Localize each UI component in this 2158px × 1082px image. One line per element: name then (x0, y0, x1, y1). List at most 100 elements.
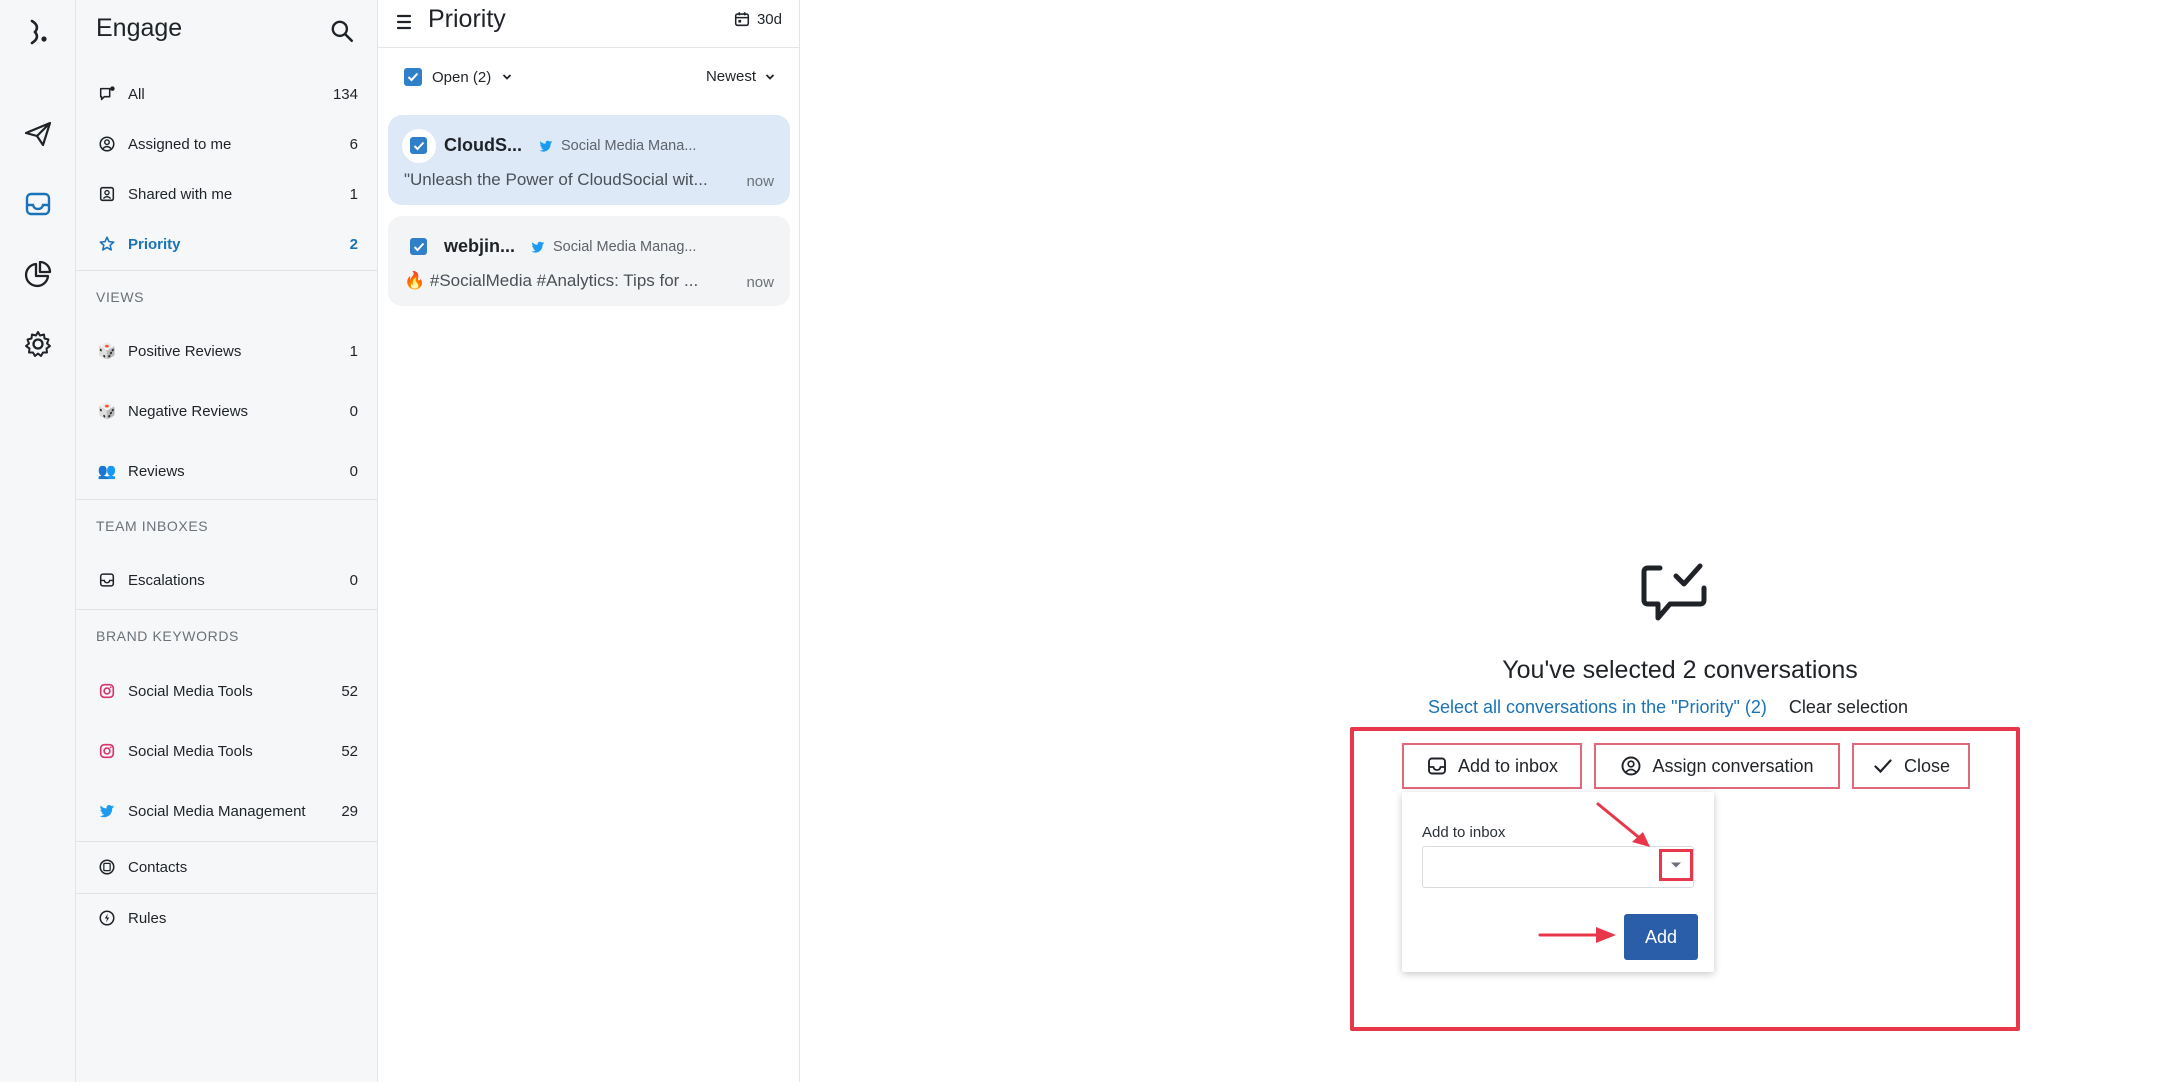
instagram-icon (96, 740, 118, 762)
dropdown-caret-icon[interactable] (1659, 849, 1693, 881)
sidebar-title: Engage (96, 14, 183, 42)
analytics-icon[interactable] (14, 250, 62, 298)
sidebar-item-rules[interactable]: Rules (76, 898, 378, 938)
list-title: Priority (428, 5, 506, 33)
message-time: now (746, 274, 774, 291)
sidebar-item-label: Social Media Management (128, 802, 306, 820)
select-all-link[interactable]: Select all conversations in the "Priorit… (1428, 697, 1767, 718)
divider (76, 893, 378, 894)
instagram-icon (96, 680, 118, 702)
logo-icon[interactable] (14, 8, 62, 56)
annotation-arrow-icon (1538, 927, 1616, 943)
divider (76, 270, 378, 271)
sidebar-item-label: Social Media Tools (128, 742, 253, 760)
sidebar-item-label: Shared with me (128, 185, 233, 203)
twitter-icon (96, 800, 118, 822)
send-icon[interactable] (14, 110, 62, 158)
sidebar-item-label: Negative Reviews (128, 402, 249, 420)
search-icon[interactable] (327, 16, 357, 46)
status-filter-label: Open (2) (432, 68, 492, 86)
brand-keywords-heading: BRAND KEYWORDS (96, 628, 239, 644)
clear-selection-link[interactable]: Clear selection (1789, 697, 1908, 718)
add-to-inbox-button[interactable]: Add to inbox (1402, 743, 1582, 789)
sidebar-item-label: Assigned to me (128, 135, 232, 153)
calendar-icon (734, 12, 750, 27)
sort-label: Newest (705, 68, 756, 85)
sidebar-item-label: Contacts (128, 858, 188, 876)
sidebar-item-brand-keyword[interactable]: Social Media Tools 52 (76, 671, 378, 711)
contact-name: CloudS... (444, 135, 522, 155)
chevron-down-icon (765, 73, 775, 80)
selection-links: Select all conversations in the "Priorit… (1428, 697, 1908, 718)
list-header: Priority 30d (378, 0, 800, 48)
conversation-list: Priority 30d Open (2) Newest CloudS... S… (378, 0, 800, 1082)
inbox-select[interactable] (1422, 846, 1694, 888)
sidebar-item-label: Rules (128, 909, 167, 927)
sidebar-item-label: Positive Reviews (128, 342, 242, 360)
sidebar-item-positive-reviews[interactable]: 🎲 Positive Reviews 1 (76, 331, 378, 371)
sidebar-item-count: 0 (349, 571, 358, 589)
sidebar-item-all[interactable]: All 134 (76, 74, 378, 114)
menu-icon[interactable] (394, 10, 418, 34)
sidebar-item-reviews[interactable]: 👥 Reviews 0 (76, 451, 378, 491)
sidebar-item-count: 2 (349, 235, 358, 253)
people-emoji: 👥 (97, 463, 117, 480)
sidebar-item-label: Priority (128, 235, 181, 253)
source-label: Social Media Manag... (553, 239, 697, 255)
status-filter[interactable]: Open (2) (404, 68, 513, 86)
sidebar-item-negative-reviews[interactable]: 🎲 Negative Reviews 0 (76, 391, 378, 431)
twitter-icon (539, 140, 553, 152)
sidebar-item-shared[interactable]: Shared with me 1 (76, 174, 378, 214)
inbox-icon (1428, 757, 1446, 775)
sidebar-item-count: 0 (349, 402, 358, 420)
sidebar-item-count: 134 (332, 85, 358, 103)
nav-sidebar: Engage All 134 Assigned to me 6 Shared w… (76, 0, 378, 1082)
divider (76, 499, 378, 500)
chat-check-icon (1641, 563, 1707, 621)
user-circle-icon (96, 133, 118, 155)
assign-conversation-button[interactable]: Assign conversation (1594, 743, 1840, 789)
close-label: Close (1903, 755, 1951, 776)
inbox-select-label: Add to inbox (1422, 824, 1506, 841)
sidebar-item-brand-keyword[interactable]: Social Media Management 29 (76, 791, 378, 831)
divider (76, 841, 378, 842)
sidebar-item-label: Reviews (128, 462, 185, 480)
sidebar-item-brand-keyword[interactable]: Social Media Tools 52 (76, 731, 378, 771)
sidebar-item-assigned[interactable]: Assigned to me 6 (76, 124, 378, 164)
filter-row: Open (2) Newest (378, 60, 800, 96)
twitter-icon (531, 241, 545, 253)
views-heading: VIEWS (96, 289, 145, 305)
dice-emoji: 🎲 (97, 403, 117, 420)
source-label: Social Media Mana... (561, 138, 697, 154)
inbox-icon (96, 569, 118, 591)
message-time: now (746, 173, 774, 190)
inbox-icon[interactable] (14, 180, 62, 228)
date-range-button[interactable]: 30d (733, 10, 782, 28)
dice-emoji: 🎲 (97, 343, 117, 360)
sort-dropdown[interactable]: Newest (706, 68, 776, 85)
sidebar-item-count: 29 (341, 802, 358, 820)
gear-icon[interactable] (14, 320, 62, 368)
sidebar-item-contacts[interactable]: Contacts (76, 847, 378, 887)
conversation-source: Social Media Manag... (530, 239, 696, 255)
message-snippet: 🔥 #SocialMedia #Analytics: Tips for ... (404, 271, 699, 290)
conversation-card[interactable]: CloudS... Social Media Mana... "Unleash … (388, 115, 790, 205)
select-all-checkbox[interactable] (404, 68, 422, 86)
close-button[interactable]: Close (1852, 743, 1970, 789)
user-circle-icon (1622, 756, 1641, 776)
sidebar-item-count: 1 (349, 342, 358, 360)
add-to-inbox-label: Add to inbox (1457, 755, 1559, 776)
conversation-checkbox[interactable] (410, 137, 427, 154)
sidebar-item-count: 52 (341, 742, 358, 760)
sidebar-item-count: 1 (349, 185, 358, 203)
conversation-checkbox[interactable] (410, 238, 427, 255)
sidebar-item-count: 52 (341, 682, 358, 700)
divider (76, 609, 378, 610)
message-snippet: "Unleash the Power of CloudSocial wit... (404, 170, 708, 189)
add-button[interactable]: Add (1624, 914, 1698, 960)
sidebar-item-count: 6 (349, 135, 358, 153)
sidebar-item-escalations[interactable]: Escalations 0 (76, 560, 378, 600)
checkmark-icon (1874, 759, 1892, 774)
conversation-card[interactable]: webjin... Social Media Manag... 🔥 #Socia… (388, 216, 790, 306)
sidebar-item-priority[interactable]: Priority 2 (76, 224, 378, 264)
